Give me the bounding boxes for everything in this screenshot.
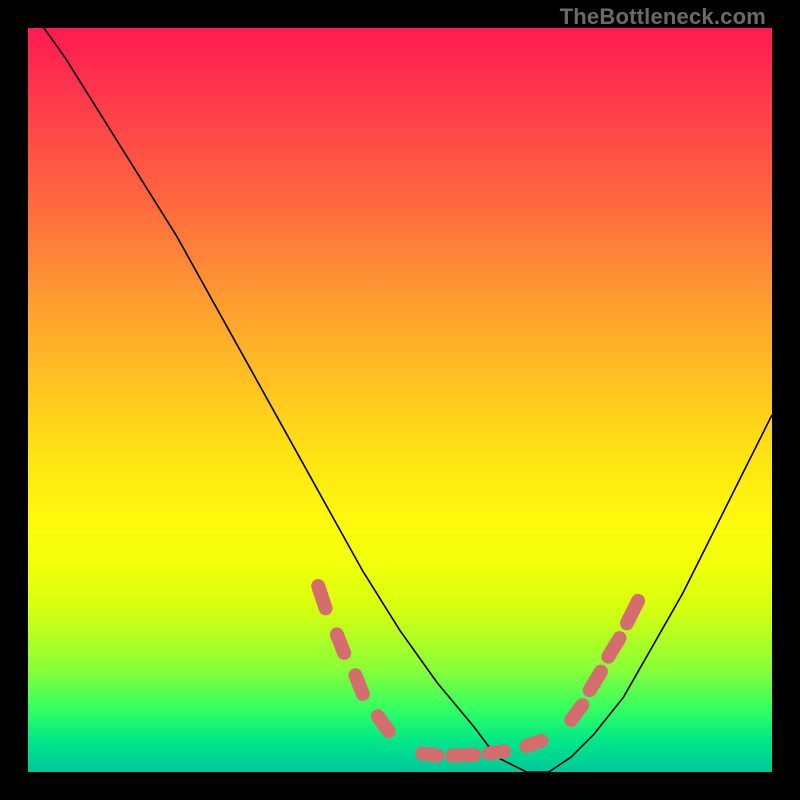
highlight-segment xyxy=(318,586,325,608)
highlight-segment xyxy=(527,741,542,746)
highlight-segment xyxy=(422,753,437,755)
bottleneck-curve xyxy=(28,28,772,772)
highlight-segment xyxy=(627,601,638,623)
highlight-segment xyxy=(571,705,582,720)
highlight-segment xyxy=(608,638,619,657)
highlight-segment xyxy=(452,755,474,756)
attribution-watermark: TheBottleneck.com xyxy=(560,4,766,30)
highlight-segment xyxy=(590,672,601,691)
chart-overlay xyxy=(28,28,772,772)
chart-frame: TheBottleneck.com xyxy=(0,0,800,800)
highlight-segment xyxy=(337,634,344,653)
highlight-segment xyxy=(355,675,362,694)
highlight-markers xyxy=(318,586,638,756)
highlight-segment xyxy=(378,716,389,731)
highlight-segment xyxy=(489,751,504,753)
